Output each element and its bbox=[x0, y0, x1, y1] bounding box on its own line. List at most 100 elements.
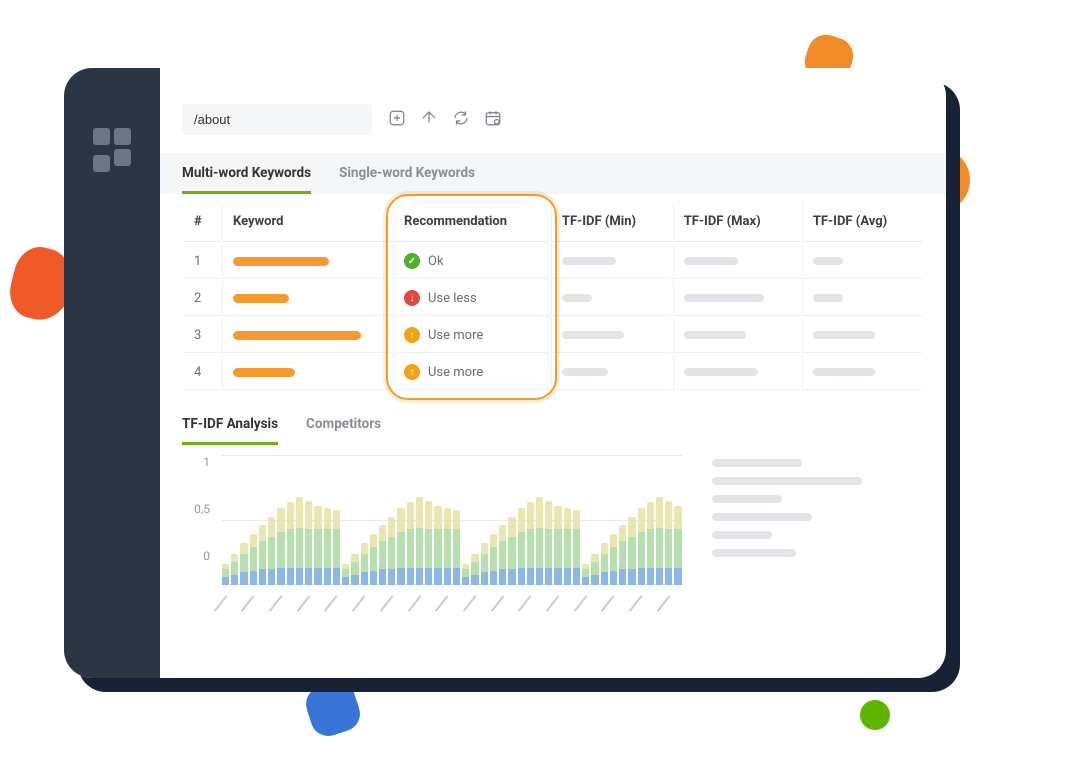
chart-bar bbox=[462, 455, 469, 585]
chart-bar bbox=[453, 455, 460, 585]
legend-placeholder-line bbox=[712, 477, 862, 485]
chart-bar bbox=[250, 455, 257, 585]
chart-bar bbox=[508, 455, 515, 585]
col-index: # bbox=[184, 202, 220, 242]
chart-bar bbox=[444, 455, 451, 585]
chart-bar bbox=[591, 455, 598, 585]
col-min: TF-IDF (Min) bbox=[551, 202, 671, 242]
sidebar bbox=[64, 68, 160, 678]
chart-bar bbox=[656, 455, 663, 585]
add-icon[interactable] bbox=[388, 109, 406, 131]
rec-more-icon: ↑ bbox=[404, 327, 420, 343]
tab-single-word[interactable]: Single-word Keywords bbox=[339, 165, 475, 194]
chart-bar bbox=[324, 455, 331, 585]
chart-bar bbox=[379, 455, 386, 585]
chart-bar bbox=[628, 455, 635, 585]
chart-bar bbox=[490, 455, 497, 585]
value-placeholder bbox=[562, 294, 592, 302]
chart-bar bbox=[305, 455, 312, 585]
dashboard-icon[interactable] bbox=[93, 128, 131, 166]
col-keyword: Keyword bbox=[222, 202, 392, 242]
chart-bar bbox=[638, 455, 645, 585]
keyword-bar bbox=[233, 331, 361, 340]
keyword-tabs: Multi-word Keywords Single-word Keywords bbox=[182, 165, 924, 194]
schedule-icon[interactable] bbox=[484, 109, 502, 131]
chart-x-ticks bbox=[222, 593, 682, 619]
keyword-table: # Keyword Recommendation TF-IDF (Min) TF… bbox=[182, 200, 924, 392]
value-placeholder bbox=[684, 368, 758, 376]
chart-bar bbox=[674, 455, 681, 585]
chart-bar bbox=[370, 455, 377, 585]
value-placeholder bbox=[562, 331, 624, 339]
value-placeholder bbox=[684, 257, 738, 265]
value-placeholder bbox=[684, 331, 746, 339]
share-icon[interactable] bbox=[420, 109, 438, 131]
chart-bar bbox=[536, 455, 543, 585]
chart-bar bbox=[527, 455, 534, 585]
chart-bar bbox=[554, 455, 561, 585]
tab-tfidf-analysis[interactable]: TF-IDF Analysis bbox=[182, 416, 278, 445]
chart-bar bbox=[471, 455, 478, 585]
row-index: 3 bbox=[184, 318, 220, 353]
chart-bar bbox=[268, 455, 275, 585]
chart-bar bbox=[499, 455, 506, 585]
rec-less-icon: ↓ bbox=[404, 290, 420, 306]
chart-bar bbox=[518, 455, 525, 585]
tab-multi-word[interactable]: Multi-word Keywords bbox=[182, 165, 311, 194]
chart-bar bbox=[287, 455, 294, 585]
value-placeholder bbox=[813, 257, 843, 265]
tab-competitors[interactable]: Competitors bbox=[306, 416, 381, 445]
chart-bar bbox=[582, 455, 589, 585]
chart-bar bbox=[573, 455, 580, 585]
tfidf-chart: 10,50 bbox=[182, 455, 682, 585]
chart-bar bbox=[342, 455, 349, 585]
decor-blob bbox=[860, 700, 890, 730]
chart-bar bbox=[231, 455, 238, 585]
table-row[interactable]: 1✓Ok bbox=[184, 244, 922, 279]
rec-label: Use less bbox=[428, 291, 477, 306]
chart-bar bbox=[277, 455, 284, 585]
rec-more-icon: ↑ bbox=[404, 364, 420, 380]
chart-bar bbox=[601, 455, 608, 585]
y-tick-label: 0,5 bbox=[182, 502, 216, 516]
page-path-input[interactable] bbox=[182, 104, 372, 135]
value-placeholder bbox=[813, 331, 875, 339]
rec-label: Use more bbox=[428, 328, 483, 343]
table-row[interactable]: 2↓Use less bbox=[184, 281, 922, 316]
value-placeholder bbox=[562, 257, 616, 265]
decor-blob bbox=[301, 677, 364, 740]
chart-bar bbox=[647, 455, 654, 585]
keyword-bar bbox=[233, 368, 295, 377]
value-placeholder bbox=[813, 368, 875, 376]
col-max: TF-IDF (Max) bbox=[673, 202, 800, 242]
topbar bbox=[182, 104, 924, 135]
legend-placeholder-line bbox=[712, 495, 782, 503]
value-placeholder bbox=[813, 294, 843, 302]
chart-bar bbox=[361, 455, 368, 585]
chart-bar bbox=[481, 455, 488, 585]
row-index: 4 bbox=[184, 355, 220, 390]
chart-bar bbox=[665, 455, 672, 585]
chart-bar bbox=[333, 455, 340, 585]
chart-bar bbox=[388, 455, 395, 585]
legend-placeholder-line bbox=[712, 513, 812, 521]
chart-bar bbox=[425, 455, 432, 585]
refresh-icon[interactable] bbox=[452, 109, 470, 131]
keyword-bar bbox=[233, 257, 329, 266]
chart-bar bbox=[351, 455, 358, 585]
app-frame: Multi-word KeywordsSingle-word Keywords … bbox=[64, 68, 946, 678]
keyword-bar bbox=[233, 294, 289, 303]
chart-bar bbox=[296, 455, 303, 585]
table-row[interactable]: 3 ↑ Use more bbox=[184, 318, 922, 353]
chart-bar bbox=[610, 455, 617, 585]
table-row[interactable]: 4 ↑ Use more bbox=[184, 355, 922, 390]
chart-bar bbox=[397, 455, 404, 585]
chart-bar bbox=[416, 455, 423, 585]
chart-bar bbox=[564, 455, 571, 585]
rec-label: Use more bbox=[428, 365, 483, 380]
chart-bar bbox=[434, 455, 441, 585]
col-avg: TF-IDF (Avg) bbox=[802, 202, 922, 242]
legend-placeholder-line bbox=[712, 459, 802, 467]
rec-label: Ok bbox=[428, 254, 444, 269]
y-tick-label: 1 bbox=[182, 455, 216, 469]
